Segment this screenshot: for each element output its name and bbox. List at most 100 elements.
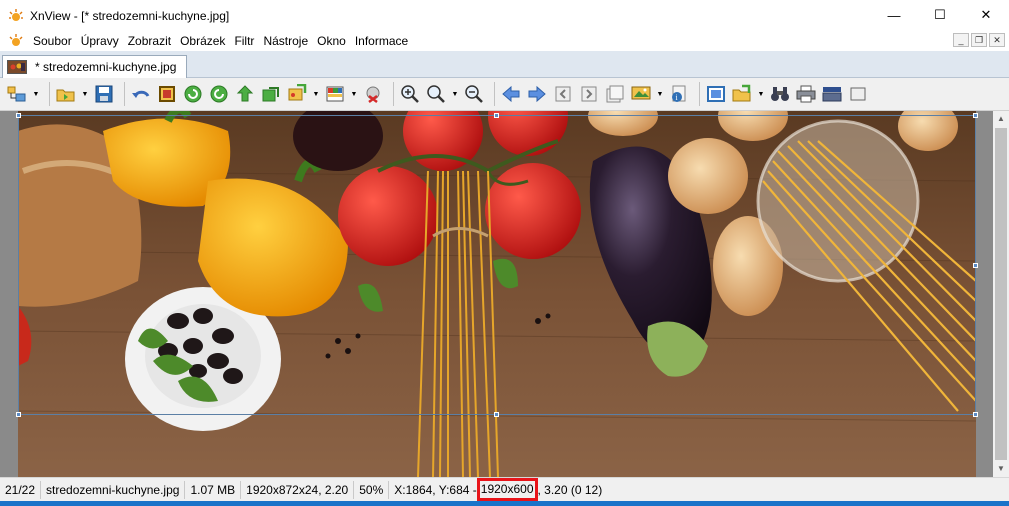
print-button[interactable]	[795, 83, 817, 105]
scroll-down-icon[interactable]: ▼	[993, 461, 1009, 477]
copy-icon	[262, 87, 279, 102]
redeye-icon	[366, 86, 380, 103]
more-button[interactable]	[847, 83, 869, 105]
menu-upravy[interactable]: Úpravy	[78, 34, 125, 48]
vertical-scrollbar[interactable]: ▲ ▼	[993, 111, 1009, 477]
browser-button[interactable]	[6, 83, 28, 105]
zoom-1-1-icon	[427, 85, 445, 103]
minimize-button[interactable]: —	[871, 0, 917, 30]
mdi-restore-button[interactable]: ❐	[971, 33, 987, 47]
title-bar: XnView - [* stredozemni-kuchyne.jpg] — ☐…	[0, 0, 1009, 31]
selection-handle[interactable]	[494, 412, 499, 417]
menu-informace[interactable]: Informace	[352, 34, 414, 48]
crop-button[interactable]	[156, 83, 178, 105]
mdi-minimize-button[interactable]: _	[953, 33, 969, 47]
menu-obrazek[interactable]: Obrázek	[177, 34, 231, 48]
mdi-close-button[interactable]: ✕	[989, 33, 1005, 47]
menu-okno[interactable]: Okno	[314, 34, 352, 48]
scan-button[interactable]	[821, 83, 843, 105]
prev-arrow-icon	[502, 85, 520, 103]
last-page-button[interactable]	[604, 83, 626, 105]
scanner-icon	[822, 87, 842, 102]
next-page-icon	[581, 86, 597, 102]
menu-zobrazit[interactable]: Zobrazit	[125, 34, 177, 48]
tab-stredozemni-kuchyne[interactable]: * stredozemni-kuchyne.jpg	[2, 55, 188, 78]
status-ratio: , 3.20 (0 12)	[537, 482, 603, 497]
zoom-dropdown-icon[interactable]: ▼	[451, 91, 459, 98]
slideshow-button[interactable]	[630, 83, 652, 105]
import-button[interactable]	[286, 83, 308, 105]
rotate-right-icon	[210, 85, 228, 103]
open-dropdown-icon[interactable]: ▼	[81, 91, 89, 98]
slideshow-icon	[631, 86, 651, 100]
rotate-left-button[interactable]	[182, 83, 204, 105]
maximize-button[interactable]: ☐	[917, 0, 963, 30]
toolbar-separator	[699, 82, 700, 106]
undo-icon	[132, 90, 150, 98]
selection-handle[interactable]	[973, 412, 978, 417]
zoom-1-1-button[interactable]	[425, 83, 447, 105]
toolbar-separator	[49, 82, 50, 106]
status-selection-size: 1920x600	[476, 478, 538, 501]
save-button[interactable]	[93, 83, 115, 105]
previous-button[interactable]	[500, 83, 522, 105]
close-button[interactable]: ✕	[963, 0, 1009, 30]
menu-bar: Soubor Úpravy Zobrazit Obrázek Filtr Nás…	[0, 31, 1009, 51]
menu-filtr[interactable]: Filtr	[231, 34, 260, 48]
copy-button[interactable]	[260, 83, 282, 105]
scroll-thumb[interactable]	[995, 128, 1007, 460]
open-folder-icon	[56, 89, 75, 102]
selection-rectangle[interactable]	[16, 113, 978, 417]
image-viewer[interactable]	[0, 111, 993, 477]
browser-icon	[7, 86, 26, 102]
flip-icon	[236, 85, 254, 102]
window-title: XnView - [* stredozemni-kuchyne.jpg]	[30, 8, 230, 23]
zoom-in-icon	[401, 85, 419, 103]
status-dimensions: 1920x872x24, 2.20	[241, 480, 355, 499]
toolbar-separator	[494, 82, 495, 106]
next-button[interactable]	[526, 83, 548, 105]
menu-soubor[interactable]: Soubor	[30, 34, 78, 48]
rotate-left-icon	[184, 85, 202, 103]
flip-button[interactable]	[234, 83, 256, 105]
browser-dropdown-icon[interactable]: ▼	[32, 91, 40, 98]
info-button[interactable]: i	[668, 83, 690, 105]
palette-button[interactable]	[324, 83, 346, 105]
last-page-icon	[606, 85, 624, 103]
selection-handle[interactable]	[16, 113, 21, 118]
fullscreen-icon	[707, 86, 725, 102]
find-button[interactable]	[769, 83, 791, 105]
zoom-in-button[interactable]	[399, 83, 421, 105]
first-page-button[interactable]	[552, 83, 574, 105]
redeye-button[interactable]	[362, 83, 384, 105]
zoom-out-button[interactable]	[463, 83, 485, 105]
selection-handle[interactable]	[973, 263, 978, 268]
selection-handle[interactable]	[494, 113, 499, 118]
export-dropdown-icon[interactable]: ▼	[757, 91, 765, 98]
save-icon	[95, 85, 113, 103]
xnview-menu-logo-icon[interactable]	[8, 33, 24, 49]
next-page-button[interactable]	[578, 83, 600, 105]
close-icon: ✕	[980, 7, 992, 22]
status-bar: 21/22 stredozemni-kuchyne.jpg 1.07 MB 19…	[0, 477, 1009, 501]
slideshow-dropdown-icon[interactable]: ▼	[656, 91, 664, 98]
open-button[interactable]	[55, 83, 77, 105]
toolbar-separator	[124, 82, 125, 106]
undo-button[interactable]	[130, 83, 152, 105]
selection-handle[interactable]	[16, 412, 21, 417]
info-icon: i	[672, 85, 686, 102]
selection-handle[interactable]	[973, 113, 978, 118]
fullscreen-button[interactable]	[705, 83, 727, 105]
status-zoom: 50%	[354, 480, 390, 499]
rotate-right-button[interactable]	[208, 83, 230, 105]
menu-nastroje[interactable]: Nástroje	[260, 34, 314, 48]
export-button[interactable]	[731, 83, 753, 105]
import-dropdown-icon[interactable]: ▼	[312, 91, 320, 98]
palette-dropdown-icon[interactable]: ▼	[350, 91, 358, 98]
image-thumbnail-icon	[7, 60, 27, 74]
scroll-up-icon[interactable]: ▲	[993, 111, 1009, 127]
zoom-out-icon	[465, 85, 483, 103]
export-icon	[732, 84, 751, 102]
status-filename: stredozemni-kuchyne.jpg	[41, 480, 186, 499]
palette-icon	[326, 86, 344, 102]
